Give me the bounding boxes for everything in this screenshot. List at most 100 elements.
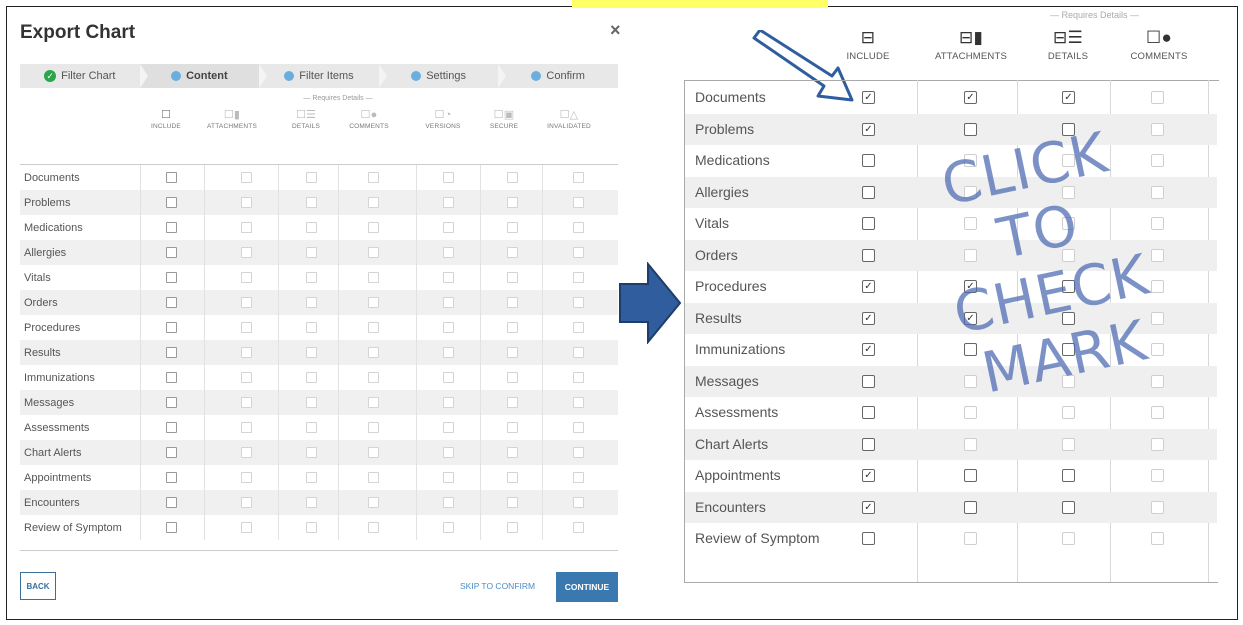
column-divider — [480, 165, 481, 190]
checkbox-versions — [443, 322, 454, 333]
table-row: Encounters ✓ — [685, 491, 1217, 523]
checkbox-include[interactable]: ✓ — [862, 122, 875, 136]
checkbox-include[interactable]: ✓ — [862, 311, 875, 325]
checkbox-attachments — [241, 347, 252, 358]
checkbox-include[interactable]: ✓ — [862, 343, 875, 356]
column-divider — [278, 240, 279, 265]
checkbox-secure — [507, 522, 518, 533]
checkbox-attachments — [241, 397, 252, 408]
checkbox-include[interactable] — [166, 447, 177, 458]
column-divider — [204, 265, 205, 290]
checkbox-include[interactable] — [166, 522, 177, 533]
checkbox-include[interactable] — [166, 347, 177, 358]
checkbox-include[interactable]: ✓ — [862, 500, 875, 514]
column-divider — [140, 465, 141, 490]
step-content[interactable]: Content — [139, 64, 267, 88]
checkbox-versions — [443, 447, 454, 458]
checkbox-attachments — [241, 197, 252, 208]
step-filter-chart[interactable]: ✓ Filter Chart — [20, 64, 148, 88]
step-filter-items[interactable]: Filter Items — [259, 64, 387, 88]
checkbox-include[interactable] — [166, 397, 177, 408]
checkbox-details[interactable] — [1062, 500, 1075, 514]
column-divider — [140, 165, 141, 190]
checkbox-include[interactable] — [862, 217, 875, 230]
checkbox-comments — [368, 447, 379, 458]
continue-button[interactable]: CONTINUE — [556, 572, 618, 602]
back-button[interactable]: BACK — [20, 572, 56, 600]
checkbox-include[interactable] — [862, 406, 875, 419]
checkbox-attachments[interactable] — [964, 500, 977, 514]
checkbox-attachments — [241, 497, 252, 508]
step-confirm[interactable]: Confirm — [498, 64, 618, 88]
checkbox-comments — [368, 522, 379, 533]
column-divider — [278, 515, 279, 540]
checkbox-include[interactable] — [862, 532, 875, 545]
checkbox-comments — [368, 172, 379, 183]
column-divider — [480, 215, 481, 240]
column-divider — [416, 365, 417, 390]
checkbox-include[interactable] — [862, 437, 875, 451]
checkbox-include[interactable] — [166, 297, 177, 308]
row-label: Immunizations — [24, 371, 95, 384]
column-divider — [480, 365, 481, 390]
column-divider — [480, 265, 481, 290]
row-label: Procedures — [24, 321, 81, 334]
close-icon[interactable]: × — [610, 20, 621, 41]
checkbox-attachments[interactable] — [964, 122, 977, 136]
checkbox-include[interactable] — [166, 472, 177, 483]
highlight-strip — [572, 0, 828, 8]
column-divider — [416, 215, 417, 240]
row-label: Documents — [24, 171, 80, 184]
checkbox-include[interactable]: ✓ — [862, 280, 875, 293]
column-divider — [338, 415, 339, 440]
zoom-col-header-comments: ☐● COMMENTS — [1124, 28, 1194, 62]
checkbox-include[interactable] — [862, 185, 875, 199]
checkbox-include[interactable] — [166, 247, 177, 258]
checkbox-include[interactable]: ✓ — [862, 469, 875, 482]
checkbox-details — [306, 172, 317, 183]
column-divider — [480, 240, 481, 265]
checkbox-minus-icon: ⊟ — [860, 28, 876, 47]
skip-to-confirm-link[interactable]: SKIP TO CONFIRM — [460, 581, 535, 591]
table-row: Assessments — [20, 415, 618, 440]
checkbox-attachments[interactable] — [964, 469, 977, 482]
column-divider — [140, 390, 141, 415]
row-label: Allergies — [24, 246, 67, 259]
checkbox-attachments[interactable]: ✓ — [964, 91, 977, 104]
table-row: Documents ✓ ✓ ✓ — [685, 82, 1217, 114]
table-row: Allergies — [20, 240, 618, 265]
checkbox-details[interactable]: ✓ — [1062, 91, 1075, 104]
step-label: Content — [186, 70, 228, 82]
checkbox-include[interactable] — [166, 372, 177, 383]
step-settings[interactable]: Settings — [378, 64, 506, 88]
checkbox-include[interactable] — [166, 197, 177, 208]
column-divider — [480, 390, 481, 415]
checkbox-include[interactable] — [166, 172, 177, 183]
checkbox-include[interactable] — [862, 154, 875, 167]
column-divider — [278, 190, 279, 215]
checkbox-include[interactable] — [166, 497, 177, 508]
checkbox-include[interactable] — [862, 248, 875, 262]
checkbox-versions — [443, 347, 454, 358]
checkbox-include[interactable] — [166, 222, 177, 233]
checkbox-include[interactable] — [166, 322, 177, 333]
checkbox-comments — [368, 197, 379, 208]
column-divider — [338, 440, 339, 465]
table-row: Documents — [20, 165, 618, 190]
checkbox-details[interactable] — [1062, 469, 1075, 482]
col-header-details: ☐☰ DETAILS — [284, 108, 328, 130]
row-label: Chart Alerts — [24, 446, 82, 459]
column-divider — [416, 340, 417, 365]
checkbox-comments — [1151, 406, 1164, 419]
checkbox-include[interactable] — [862, 374, 875, 388]
checkbox-include[interactable] — [166, 422, 177, 433]
checkbox-include[interactable] — [166, 272, 177, 283]
checkbox-invalidated — [573, 397, 584, 408]
table-row: Appointments ✓ — [685, 460, 1217, 492]
table-row: Review of Symptom — [685, 523, 1217, 555]
column-divider — [140, 440, 141, 465]
column-divider — [204, 340, 205, 365]
checkbox-include[interactable]: ✓ — [862, 91, 875, 104]
column-divider — [542, 265, 543, 290]
zoom-divider — [684, 582, 1218, 583]
